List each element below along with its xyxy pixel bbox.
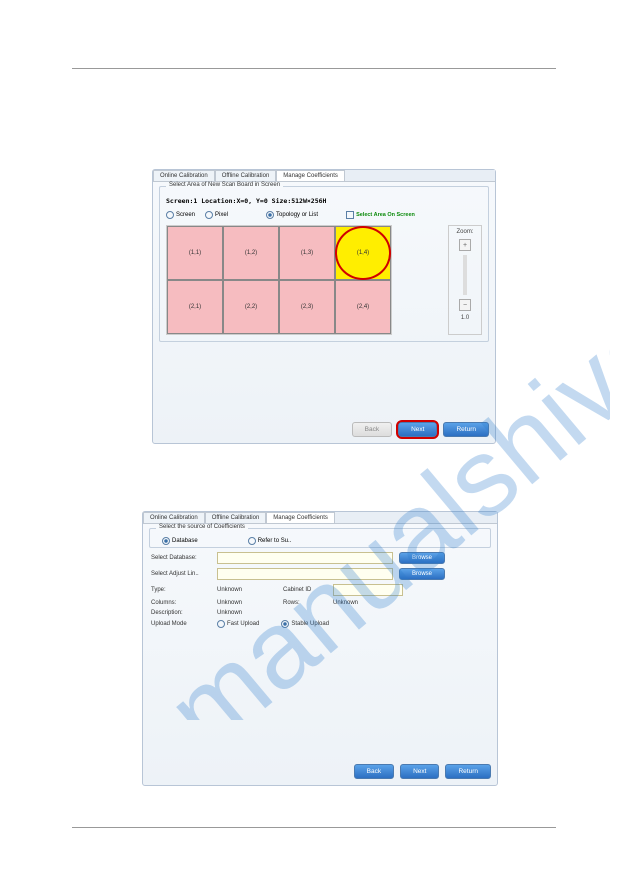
chk-select-area[interactable]: Select Area On Screen [346,211,415,219]
screen-info: Screen:1 Location:X=0, Y=0 Size:512W×256… [166,197,482,205]
next-button-2[interactable]: Next [400,764,439,779]
manage-coefficients-window-1: Online Calibration Offline Calibration M… [152,169,496,444]
cell-2-3[interactable]: (2,3) [279,280,335,334]
tab-bar-2: Online Calibration Offline Calibration M… [143,512,497,524]
tab-offline[interactable]: Offline Calibration [215,170,277,181]
label-rows: Rows: [283,600,327,606]
zoom-label: Zoom: [456,229,473,235]
input-select-adjust[interactable] [217,568,393,580]
browse-adjust-button[interactable]: Browse [399,568,445,580]
board-grid: (1,1) (1,2) (1,3) (1,4) (2,1) (2,2) (2,3… [166,225,392,335]
cell-1-4[interactable]: (1,4) [335,226,391,280]
zoom-in-button[interactable]: + [459,239,471,251]
tab-online-2[interactable]: Online Calibration [143,512,205,523]
browse-database-button[interactable]: Browse [399,552,445,564]
tab-offline-2[interactable]: Offline Calibration [205,512,267,523]
select-area-fieldset: Select Area of New Scan Board in Screen … [159,186,489,342]
tab-manage[interactable]: Manage Coefficients [276,170,345,181]
label-type: Type: [151,587,211,593]
zoom-slider[interactable] [463,255,467,295]
cell-2-2[interactable]: (2,2) [223,280,279,334]
input-select-database[interactable] [217,552,393,564]
zoom-panel: Zoom: + − 1.0 [448,225,482,335]
cell-1-1[interactable]: (1,1) [167,226,223,280]
label-select-database: Select Database: [151,555,211,561]
zoom-out-button[interactable]: − [459,299,471,311]
radio-screen[interactable]: Screen [166,211,195,219]
radio-topology[interactable]: Topology or List [266,211,318,219]
chk-select-area-label: Select Area On Screen [356,212,415,218]
radio-stable-upload[interactable]: Stable Upload [281,620,329,628]
manage-coefficients-window-2: Online Calibration Offline Calibration M… [142,511,498,786]
zoom-value: 1.0 [461,315,469,321]
return-button-2[interactable]: Return [445,764,491,779]
value-rows: Unknown [333,600,358,606]
label-description: Description: [151,610,211,616]
back-button[interactable]: Back [352,422,392,437]
radio-pixel[interactable]: Pixel [205,211,228,219]
cell-1-3[interactable]: (1,3) [279,226,335,280]
label-select-adjust: Select Adjust Lin.. [151,571,211,577]
tab-online[interactable]: Online Calibration [153,170,215,181]
tab-bar: Online Calibration Offline Calibration M… [153,170,495,182]
label-cabinet-id: Cabinet ID [283,587,327,593]
radio-refer[interactable]: Refer to Su.. [248,537,292,545]
fieldset-legend: Select Area of New Scan Board in Screen [166,182,283,188]
value-columns: Unknown [217,600,277,606]
cell-2-4[interactable]: (2,4) [335,280,391,334]
value-description: Unknown [217,610,242,616]
radio-database[interactable]: Database [162,537,198,545]
radio-fast-upload[interactable]: Fast Upload [217,620,259,628]
tab-manage-2[interactable]: Manage Coefficients [266,512,335,523]
return-button[interactable]: Return [443,422,489,437]
source-legend: Select the source of Coefficients [156,524,248,530]
label-upload-mode: Upload Mode [151,621,211,627]
cell-1-2[interactable]: (1,2) [223,226,279,280]
label-columns: Columns: [151,600,211,606]
back-button-2[interactable]: Back [354,764,394,779]
select-cabinet-id[interactable] [333,584,403,596]
next-button[interactable]: Next [398,422,437,437]
cell-2-1[interactable]: (2,1) [167,280,223,334]
value-type: Unknown [217,587,277,593]
source-fieldset: Select the source of Coefficients Databa… [149,528,491,548]
